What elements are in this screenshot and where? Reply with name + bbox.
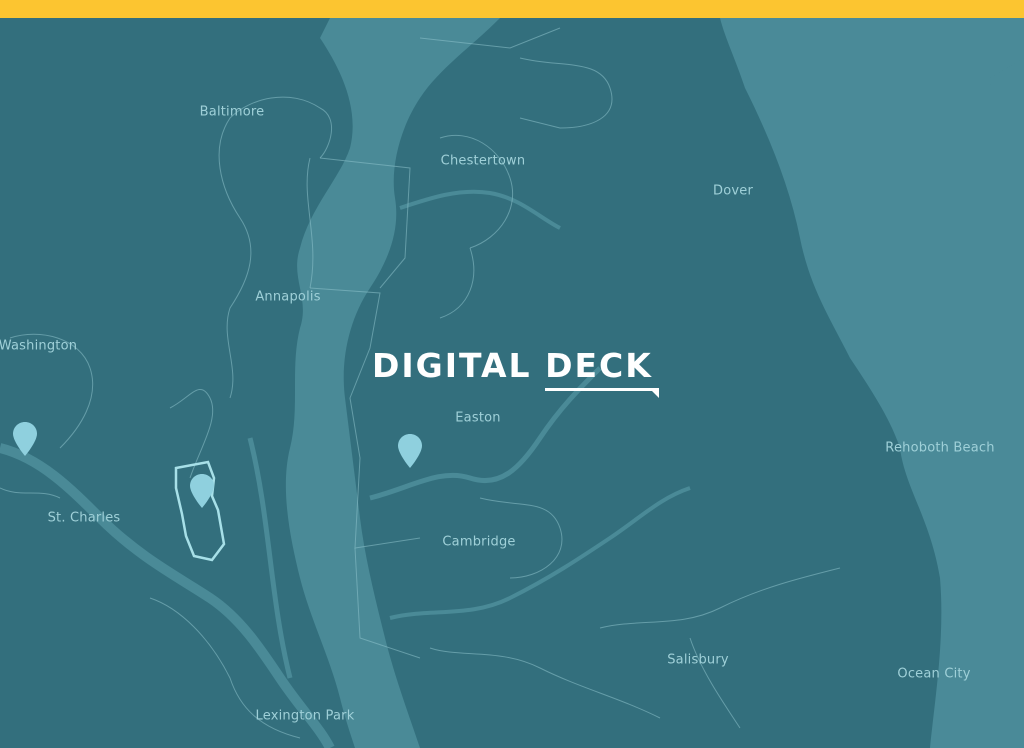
city-label-cambridge: Cambridge	[442, 534, 516, 550]
map-view[interactable]: Baltimore Chestertown Dover Annapolis Wa…	[0, 18, 1024, 748]
digital-deck-logo: DIGITAL DECK	[372, 346, 659, 398]
city-label-rehoboth-beach: Rehoboth Beach	[885, 440, 995, 456]
city-label-dover: Dover	[713, 183, 753, 199]
city-label-ocean-city: Ocean City	[897, 666, 971, 682]
city-label-baltimore: Baltimore	[199, 104, 265, 120]
map-pin-icon[interactable]	[398, 434, 422, 468]
logo-underline	[545, 388, 659, 391]
city-label-lexington-park: Lexington Park	[255, 708, 355, 724]
map-pin-icon[interactable]	[13, 422, 37, 456]
city-label-easton: Easton	[455, 410, 501, 426]
city-label-st-charles: St. Charles	[47, 510, 121, 526]
city-label-washington: Washington	[0, 338, 78, 354]
map-pin-icon[interactable]	[190, 474, 214, 508]
top-accent-bar	[0, 0, 1024, 18]
logo-text-digital: DIGITAL	[372, 346, 532, 385]
logo-flag	[650, 390, 659, 398]
city-label-salisbury: Salisbury	[667, 652, 729, 668]
city-label-chestertown: Chestertown	[440, 153, 526, 169]
city-label-annapolis: Annapolis	[255, 289, 321, 305]
logo-text-deck: DECK	[545, 346, 653, 385]
